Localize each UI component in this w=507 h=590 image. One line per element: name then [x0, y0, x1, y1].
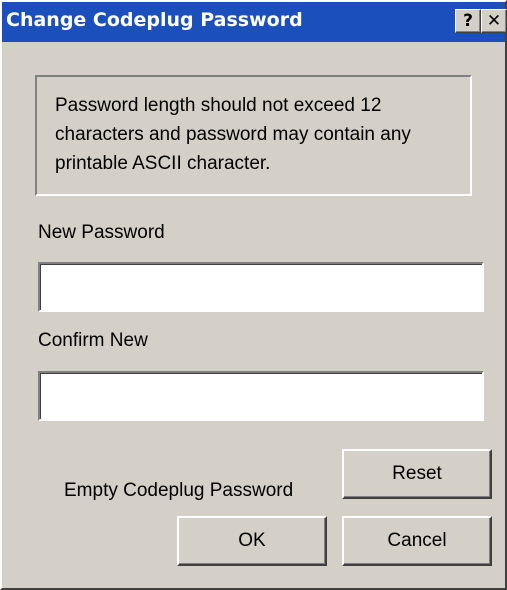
window-title: Change Codeplug Password [6, 9, 303, 31]
confirm-new-label: Confirm New [38, 330, 148, 351]
empty-codeplug-password-label: Empty Codeplug Password [64, 480, 294, 501]
help-button[interactable]: ? [455, 9, 481, 33]
question-mark-icon: ? [463, 11, 473, 31]
confirm-new-field[interactable] [38, 371, 484, 421]
info-panel: Password length should not exceed 12 cha… [35, 75, 472, 196]
reset-button[interactable]: Reset [342, 449, 492, 499]
new-password-field[interactable] [38, 262, 484, 312]
cancel-button[interactable]: Cancel [342, 516, 492, 566]
change-codeplug-password-dialog: Change Codeplug Password ? ✕ Password le… [0, 0, 507, 590]
new-password-label: New Password [38, 222, 165, 243]
close-icon: ✕ [486, 11, 502, 31]
close-button[interactable]: ✕ [481, 9, 507, 33]
title-bar[interactable]: Change Codeplug Password ? ✕ [2, 2, 507, 42]
password-rules-text: Password length should not exceed 12 cha… [55, 95, 411, 174]
ok-button[interactable]: OK [177, 516, 327, 566]
